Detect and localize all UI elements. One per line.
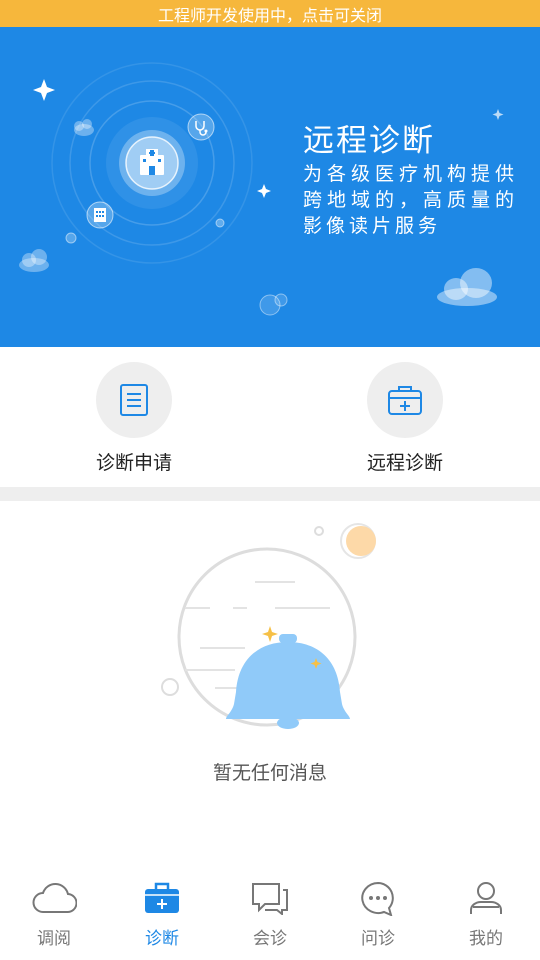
hero-title: 远程诊断: [303, 123, 435, 159]
hospital-icon: [119, 130, 185, 196]
tab-profile[interactable]: 我的: [432, 868, 540, 960]
service-grid: 诊断申请 远程诊断: [0, 347, 540, 487]
stethoscope-icon: [187, 113, 215, 141]
remote-diagnosis-icon-circle: [367, 362, 443, 438]
medical-kit-icon: [145, 882, 179, 913]
tab-consultation-label: 会诊: [253, 929, 287, 949]
tab-profile-label: 我的: [469, 929, 503, 949]
remote-diagnosis-button[interactable]: 远程诊断: [325, 362, 485, 475]
tab-inquiry-label: 问诊: [361, 929, 395, 949]
tab-browse-label: 调阅: [37, 929, 71, 949]
remote-diagnosis-label: 远程诊断: [366, 452, 443, 474]
tab-inquiry[interactable]: 问诊: [324, 868, 432, 960]
diagnosis-request-button[interactable]: 诊断申请: [54, 362, 214, 475]
tab-diagnosis-label: 诊断: [145, 929, 179, 949]
user-icon: [470, 882, 502, 914]
document-icon: [120, 384, 148, 416]
empty-state-illustration: [161, 523, 376, 729]
cloud-decoration: [74, 119, 94, 136]
dev-mode-banner-text: 工程师开发使用中，点击可关闭: [157, 5, 382, 25]
cloud-icon: [32, 883, 77, 914]
building-icon: [86, 201, 114, 229]
tab-consultation[interactable]: 会诊: [216, 868, 324, 960]
tab-diagnosis[interactable]: 诊断: [108, 868, 216, 960]
chat-dots-icon: [361, 881, 394, 916]
empty-state-text: 暂无任何消息: [212, 762, 327, 784]
diagnosis-request-icon-circle: [96, 362, 172, 438]
hero-description: 为各级医疗机构提供跨地域的，高质量的影像读片服务: [303, 163, 518, 237]
tab-browse[interactable]: 调阅: [0, 868, 108, 960]
chat-bubbles-icon: [252, 883, 288, 915]
hero-banner: 远程诊断 为各级医疗机构提供跨地域的，高质量的影像读片服务: [0, 27, 540, 347]
medical-kit-icon: [388, 386, 422, 415]
section-divider: [0, 487, 540, 501]
diagnosis-request-label: 诊断申请: [95, 452, 172, 474]
bottom-tab-bar: 调阅 诊断 会诊 问诊 我的: [0, 868, 540, 960]
dev-mode-banner[interactable]: 工程师开发使用中，点击可关闭: [0, 0, 540, 27]
